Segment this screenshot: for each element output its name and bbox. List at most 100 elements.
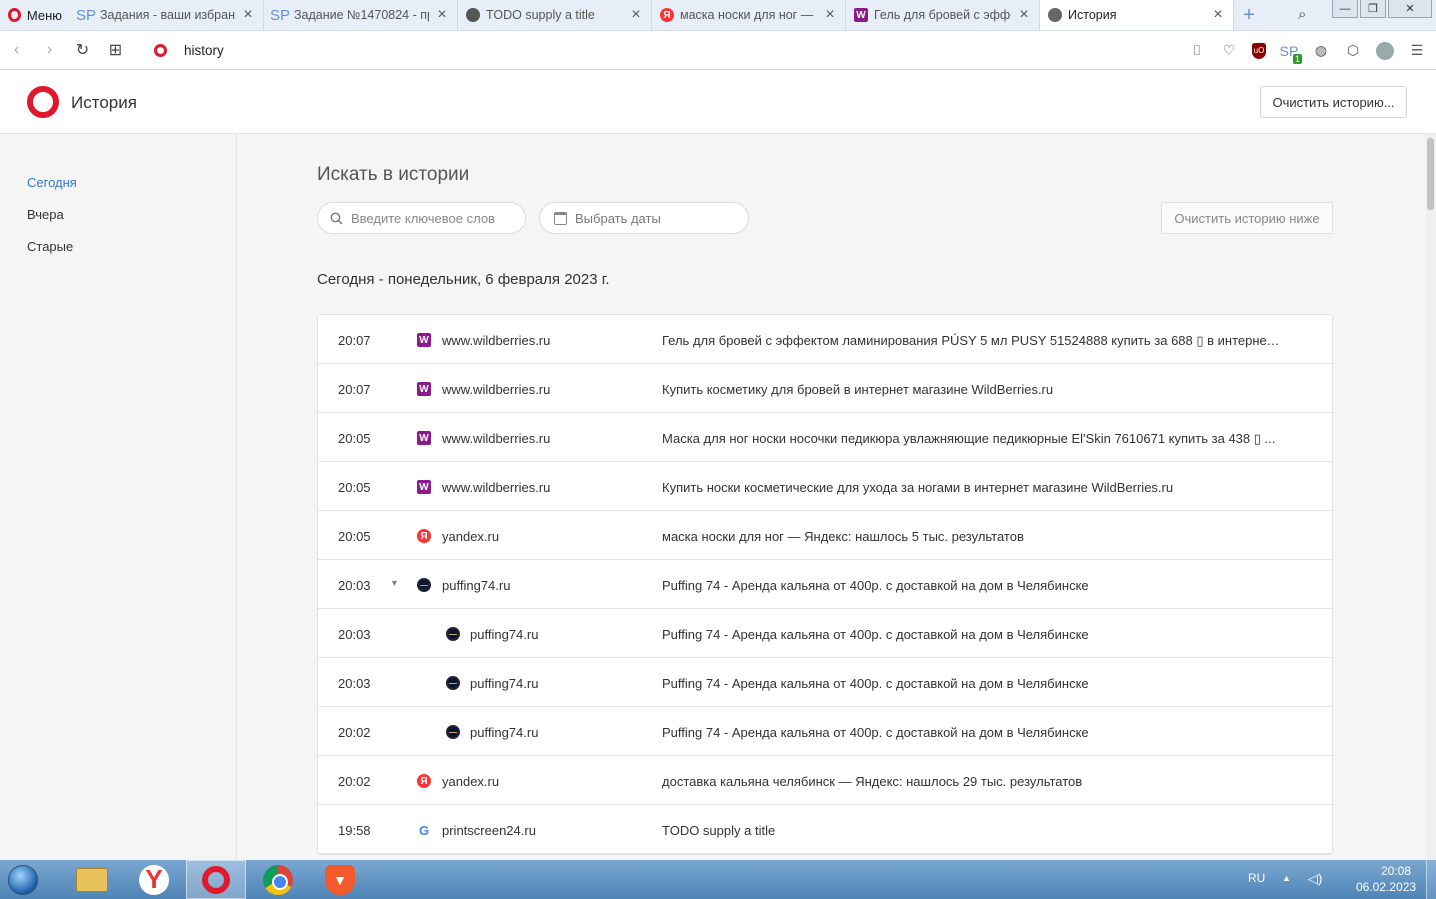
expand-group-icon[interactable]: ▼ (390, 578, 399, 588)
tab-sp-task[interactable]: SP Задание №1470824 - про × (264, 0, 458, 30)
history-row-domain[interactable]: puffing74.ru (470, 725, 538, 740)
vpn-globe-icon[interactable]: ◍ (1312, 42, 1330, 60)
history-row-title[interactable]: Маска для ног носки носочки педикюра увл… (662, 431, 1282, 447)
history-row-title[interactable]: доставка кальяна челябинск — Яндекс: наш… (662, 774, 1282, 789)
history-row-domain[interactable]: www.wildberries.ru (442, 431, 550, 446)
ublock-icon[interactable]: uO (1252, 42, 1266, 59)
history-row-time: 20:05 (338, 480, 371, 495)
history-row-domain[interactable]: www.wildberries.ru (442, 382, 550, 397)
history-row[interactable]: 20:07 Wwww.wildberries.ru Купить косметику… (318, 364, 1332, 413)
tab-search-icon[interactable]: ⌕ (1298, 6, 1306, 23)
search-icon (330, 212, 343, 224)
sidebar-item-today[interactable]: Сегодня (27, 175, 77, 190)
history-row[interactable]: 20:07 Wwww.wildberries.ru Гель для бровей … (318, 315, 1332, 364)
tab-history[interactable]: История × (1040, 0, 1234, 30)
taskbar-opera[interactable] (186, 860, 246, 899)
minimize-button[interactable]: — (1332, 0, 1358, 18)
history-row-title[interactable]: Puffing 74 - Аренда кальяна от 400р. с д… (662, 725, 1282, 740)
tabs-grid-icon[interactable]: ⊞ (99, 40, 132, 60)
taskbar-chrome[interactable] (248, 860, 308, 899)
restore-button[interactable]: ❐ (1360, 0, 1386, 18)
history-row[interactable]: 20:05 Яyandex.ru маска носки для ног — Янд… (318, 511, 1332, 560)
taskbar-explorer[interactable] (62, 860, 122, 899)
page-scrollbar[interactable] (1426, 134, 1436, 860)
volume-icon[interactable]: ◁) (1308, 871, 1322, 887)
history-row[interactable]: 20:03 puffing74.ru Puffing 74 - Аренда кал… (318, 609, 1332, 658)
profile-avatar-icon[interactable] (1376, 41, 1394, 60)
history-row-domain[interactable]: printscreen24.ru (442, 823, 536, 838)
tab-close-icon[interactable]: × (1017, 6, 1031, 24)
history-row[interactable]: 20:02 Яyandex.ru доставка кальяна челябинс… (318, 756, 1332, 805)
tab-close-icon[interactable]: × (1211, 6, 1225, 24)
history-row-domain[interactable]: www.wildberries.ru (442, 333, 550, 348)
history-row-title[interactable]: маска носки для ног — Яндекс: нашлось 5 … (662, 529, 1282, 544)
close-window-button[interactable]: ✕ (1388, 0, 1432, 18)
history-row-title[interactable]: Puffing 74 - Аренда кальяна от 400р. с д… (662, 578, 1282, 593)
wildberries-icon: W (854, 8, 868, 22)
reload-icon[interactable]: ↻ (66, 40, 99, 60)
history-row[interactable]: 20:02 puffing74.ru Puffing 74 - Аренда кал… (318, 707, 1332, 756)
sp-extension-icon[interactable]: SP 1 (1280, 42, 1302, 64)
tab-close-icon[interactable]: × (435, 6, 449, 24)
clock[interactable]: 20:08 06.02.2023 (1356, 863, 1416, 895)
sidebar-item-older[interactable]: Старые (27, 239, 73, 254)
url-field[interactable]: history (184, 43, 224, 58)
history-row[interactable]: 20:03 ▼ puffing74.ru Puffing 74 - Аренда ка… (318, 560, 1332, 609)
history-row-domain[interactable]: puffing74.ru (442, 578, 510, 593)
taskbar-brave[interactable]: ▼ (310, 860, 370, 899)
start-button[interactable] (0, 860, 46, 899)
language-indicator[interactable]: RU (1248, 871, 1265, 885)
history-row-title[interactable]: Puffing 74 - Аренда кальяна от 400р. с д… (662, 627, 1282, 642)
tab-sp-favorites[interactable]: SP Задания - ваши избранн × (70, 0, 264, 30)
history-row-title[interactable]: Гель для бровей с эффектом ламинирования… (662, 333, 1282, 349)
tab-todo[interactable]: TODO supply a title × (458, 0, 652, 30)
clear-history-below-button[interactable]: Очистить историю ниже (1161, 202, 1333, 234)
tab-close-icon[interactable]: × (241, 6, 255, 24)
forward-icon[interactable]: › (33, 41, 66, 59)
history-row[interactable]: 20:05 Wwww.wildberries.ru Маска для ног но… (318, 413, 1332, 462)
history-row-domain[interactable]: yandex.ru (442, 774, 499, 789)
page-title: История (71, 93, 137, 112)
history-row[interactable]: 20:03 puffing74.ru Puffing 74 - Аренда кал… (318, 658, 1332, 707)
tab-bar: Меню SP Задания - ваши избранн × SP Зада… (0, 0, 1436, 31)
tab-title: TODO supply a title (486, 8, 595, 22)
extensions-cube-icon[interactable]: ⬡ (1344, 42, 1362, 60)
history-row[interactable]: 20:05 Wwww.wildberries.ru Купить носки кос… (318, 462, 1332, 511)
show-hidden-icons-icon[interactable]: ▲ (1282, 873, 1291, 883)
history-icon (1048, 8, 1062, 22)
history-row-title[interactable]: TODO supply a title (662, 823, 1282, 838)
opera-menu-button[interactable]: Меню (0, 0, 70, 30)
tab-close-icon[interactable]: × (823, 6, 837, 24)
tab-title: История (1068, 8, 1117, 22)
tab-yandex-search[interactable]: Я маска носки для ног — Я × (652, 0, 846, 30)
history-row-title[interactable]: Купить носки косметические для ухода за … (662, 480, 1282, 495)
date-picker-input[interactable]: Выбрать даты (539, 202, 749, 234)
history-row-domain[interactable]: puffing74.ru (470, 676, 538, 691)
history-search-input[interactable]: Введите ключевое слов (317, 202, 526, 234)
yandex-icon: Я (417, 529, 431, 543)
tab-title: Гель для бровей с эффек (874, 8, 1011, 22)
sidebar-item-yesterday[interactable]: Вчера (27, 207, 64, 222)
history-row[interactable]: 19:58 Gprintscreen24.ru TODO supply a titl… (318, 805, 1332, 854)
bookmark-heart-icon[interactable]: ♡ (1220, 42, 1238, 60)
tab-close-icon[interactable]: × (629, 6, 643, 24)
history-row-domain[interactable]: puffing74.ru (470, 627, 538, 642)
windows-start-icon (8, 864, 38, 895)
history-row-domain[interactable]: yandex.ru (442, 529, 499, 544)
history-row-domain[interactable]: www.wildberries.ru (442, 480, 550, 495)
google-icon: G (418, 822, 430, 838)
history-row-title[interactable]: Puffing 74 - Аренда кальяна от 400р. с д… (662, 676, 1282, 691)
scrollbar-thumb[interactable] (1427, 138, 1434, 210)
snapshot-icon[interactable]: ⌷ (1188, 42, 1206, 60)
tab-title: Задания - ваши избранн (100, 8, 235, 22)
tab-wildberries[interactable]: W Гель для бровей с эффек × (846, 0, 1040, 30)
history-row-title[interactable]: Купить косметику для бровей в интернет м… (662, 382, 1282, 397)
clear-history-button[interactable]: Очистить историю... (1260, 86, 1407, 118)
history-main: Искать в истории Введите ключевое слов В… (237, 134, 1426, 860)
back-icon[interactable]: ‹ (0, 41, 33, 59)
new-tab-button[interactable]: + (1234, 0, 1264, 30)
taskbar-yandex-browser[interactable]: Y (124, 860, 184, 899)
show-desktop-button[interactable] (1426, 860, 1436, 899)
easy-setup-menu-icon[interactable]: ☰ (1408, 42, 1426, 60)
sp-extension-badge: 1 (1292, 53, 1302, 64)
